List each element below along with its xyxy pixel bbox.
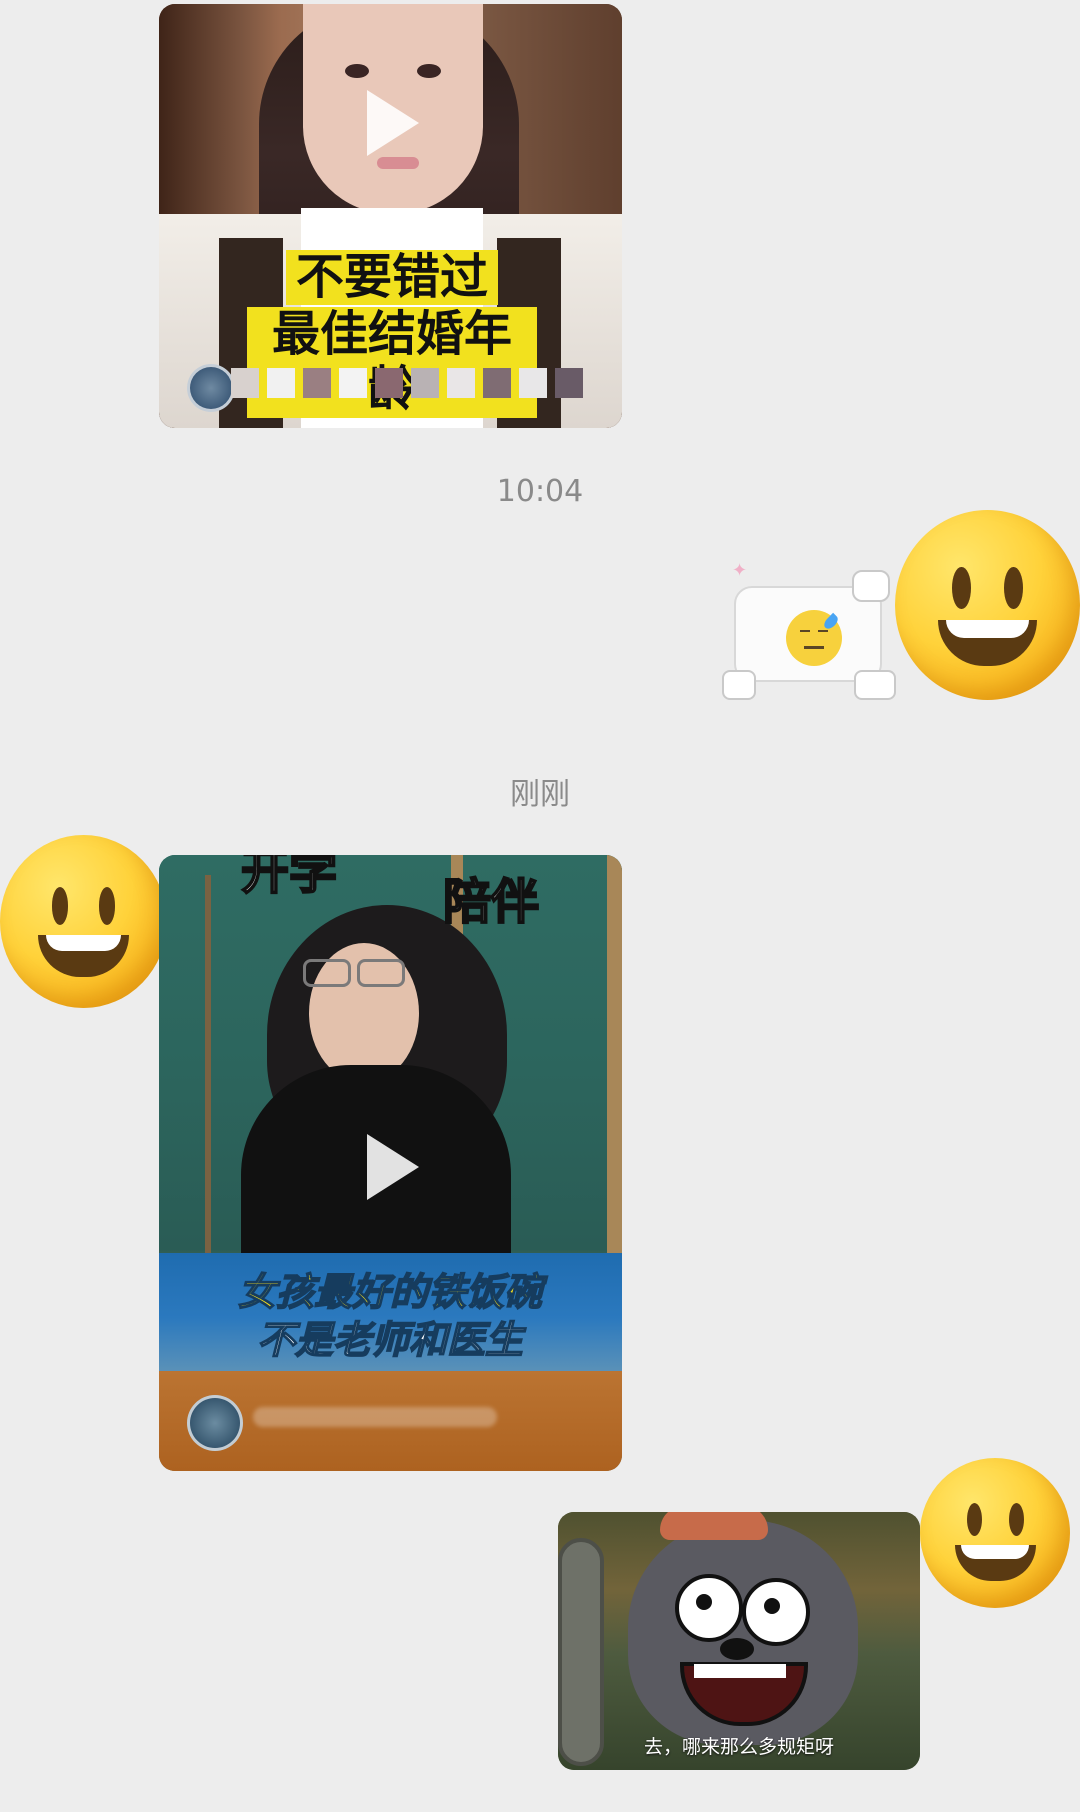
video-1-caption-line-1: 不要错过 bbox=[285, 249, 498, 306]
sticker-sleepy-sweat-icon bbox=[786, 610, 842, 666]
video-2-top-label-left: 开学 bbox=[240, 855, 338, 901]
video-1-caption-line-2: 最佳结婚年龄 bbox=[247, 306, 537, 418]
video-1-author-avatar bbox=[187, 364, 235, 412]
own-avatar-emoji-2[interactable] bbox=[920, 1458, 1070, 1608]
video-message-2[interactable]: 开学 陪伴 女孩最好的铁饭碗 不是老师和医生 bbox=[159, 855, 622, 1471]
video-2-author-blurred bbox=[253, 1407, 497, 1427]
timestamp-1: 10:04 bbox=[496, 474, 584, 509]
wolf-image-subtitle: 去，哪来那么多规矩呀 bbox=[643, 1736, 834, 1758]
video-2-caption: 女孩最好的铁饭碗 不是老师和医生 bbox=[225, 1270, 555, 1363]
video-2-author-avatar bbox=[187, 1395, 243, 1451]
own-avatar-emoji-1[interactable] bbox=[895, 510, 1080, 700]
image-message-wolf[interactable]: 去，哪来那么多规矩呀 bbox=[558, 1512, 920, 1770]
timestamp-2: 刚刚 bbox=[510, 777, 570, 812]
sticker-left-bunny bbox=[722, 670, 756, 700]
play-icon bbox=[367, 1134, 419, 1200]
video-2-caption-line-2: 不是老师和医生 bbox=[256, 1317, 524, 1362]
contact-avatar-emoji[interactable] bbox=[0, 835, 167, 1008]
play-icon bbox=[367, 90, 419, 156]
sticker-message[interactable]: ✦ bbox=[722, 560, 912, 710]
video-message-1[interactable]: 不要错过 最佳结婚年龄 bbox=[159, 4, 622, 428]
sticker-sparkle: ✦ bbox=[732, 560, 748, 581]
sticker-right-bunny bbox=[854, 670, 896, 700]
video-2-top-label-right: 陪伴 bbox=[442, 873, 540, 930]
video-2-caption-line-1: 女孩最好的铁饭碗 bbox=[237, 1270, 543, 1315]
video-1-author-blurred bbox=[231, 368, 583, 398]
sticker-cat bbox=[852, 570, 890, 602]
